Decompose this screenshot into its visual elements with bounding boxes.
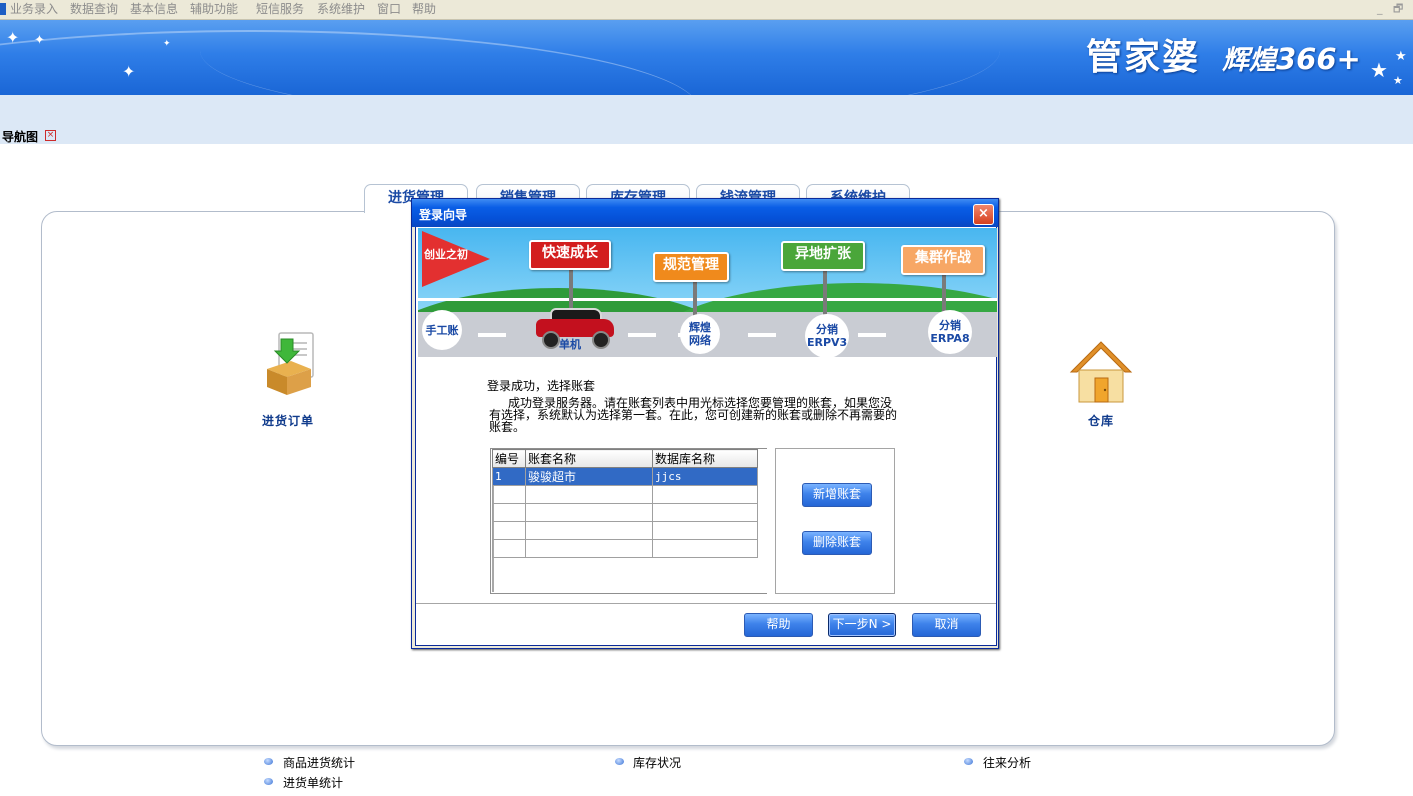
brand-version: 366: [1276, 42, 1337, 76]
table-header-row: 编号 账套名称 数据库名称: [492, 449, 758, 468]
table-row[interactable]: [492, 539, 758, 558]
table-row[interactable]: 1 骏骏超市 jjcs: [492, 467, 758, 486]
menu-item-aux-functions[interactable]: 辅助功能: [190, 2, 238, 16]
dialog-body: 创业之初 快速成长 规范管理 异地扩张 集群作战 手工账 辉煌网络 分销ERPV…: [415, 227, 997, 646]
stage-single-machine: 单机: [559, 338, 581, 351]
dialog-title: 登录向导: [419, 208, 468, 222]
close-icon[interactable]: ×: [45, 130, 56, 141]
link-purchase-order-stats[interactable]: 进货单统计: [283, 774, 343, 791]
bullet-icon: [964, 758, 973, 765]
menu-bar: 业务录入 数据查询 基本信息 辅助功能 短信服务 系统维护 窗口 帮助 _ 🗗: [0, 0, 1413, 20]
cell-database-name: jjcs: [652, 467, 758, 486]
restore-button[interactable]: 🗗: [1393, 3, 1403, 15]
app-icon[interactable]: [0, 3, 6, 15]
cell-account-name: 骏骏超市: [525, 467, 653, 486]
stage-huihuang-network: 辉煌网络: [680, 314, 720, 354]
sign-standard-management: 规范管理: [653, 252, 729, 282]
brand-edition: 辉煌366+: [1222, 38, 1361, 77]
cancel-button[interactable]: 取消: [912, 613, 981, 637]
sign-remote-expansion: 异地扩张: [781, 241, 865, 271]
flag-label: 创业之初: [424, 248, 468, 261]
table-cell: [492, 521, 526, 540]
menu-item-system-maintenance[interactable]: 系统维护: [317, 2, 365, 16]
table-cell: [652, 521, 758, 540]
cell-number: 1: [492, 467, 526, 486]
column-header-number[interactable]: 编号: [492, 449, 526, 468]
sign-rapid-growth: 快速成长: [529, 240, 611, 270]
next-step-button[interactable]: 下一步N >: [828, 613, 896, 637]
sign-pole: [823, 268, 827, 316]
bullet-icon: [264, 758, 273, 765]
star-icon: ✦: [163, 39, 171, 49]
menu-item-business-entry[interactable]: 业务录入: [10, 2, 58, 16]
table-cell: [525, 485, 653, 504]
stage-manual-ledger: 手工账: [422, 310, 462, 350]
login-success-message: 登录成功，选择账套: [487, 379, 596, 393]
stage-erpv3-label: 分销ERPV3: [807, 323, 848, 349]
link-account-analysis[interactable]: 往来分析: [983, 754, 1031, 771]
table-cell: [652, 539, 758, 558]
star-icon: ★: [1395, 49, 1407, 64]
nav-title: 导航图: [2, 130, 39, 144]
header-banner: ✦ ✦ ✦ ✦ ★ ★ ★ 管家婆 辉煌366+: [0, 20, 1413, 95]
instruction-text: 成功登录服务器。请在账套列表中用光标选择您要管理的账套，如果您没有选择，系统默认…: [489, 396, 898, 434]
menu-item-help[interactable]: 帮助: [412, 2, 436, 16]
brand-edition-name: 辉煌: [1222, 45, 1276, 76]
star-icon: ✦: [122, 62, 136, 81]
table-row[interactable]: [492, 521, 758, 540]
account-set-grid: 编号 账套名称 数据库名称 1 骏骏超市 jjcs: [492, 449, 758, 558]
delete-account-set-button[interactable]: 删除账套: [802, 531, 872, 555]
account-set-table: 编号 账套名称 数据库名称 1 骏骏超市 jjcs: [490, 448, 767, 594]
sign-cluster-operations: 集群作战: [901, 245, 985, 275]
table-row[interactable]: [492, 485, 758, 504]
link-product-purchase-stats[interactable]: 商品进货统计: [283, 754, 355, 771]
minimize-button[interactable]: _: [1377, 3, 1383, 15]
nav-header: 导航图 ×: [0, 95, 1413, 144]
menu-item-sms-service[interactable]: 短信服务: [256, 2, 304, 16]
add-account-set-button[interactable]: 新增账套: [802, 483, 872, 507]
purchase-order-label[interactable]: 进货订单: [262, 412, 314, 429]
banner-decoration: [200, 20, 1000, 95]
dialog-separator: [416, 603, 996, 605]
sign-pole: [693, 280, 697, 316]
help-button[interactable]: 帮助: [744, 613, 813, 637]
stage-erpa8-label: 分销ERPA8: [930, 319, 970, 345]
stage-huihuang-network-label: 辉煌网络: [689, 321, 711, 347]
table-cell: [652, 485, 758, 504]
column-header-database-name[interactable]: 数据库名称: [652, 449, 758, 468]
table-row[interactable]: [492, 503, 758, 522]
growth-path-illustration: 创业之初 快速成长 规范管理 异地扩张 集群作战 手工账 辉煌网络 分销ERPV…: [418, 228, 997, 357]
stage-erpa8: 分销ERPA8: [928, 310, 972, 354]
star-icon: ✦: [6, 28, 20, 47]
account-actions-box: 新增账套 删除账套: [775, 448, 895, 594]
bullet-icon: [615, 758, 624, 765]
dialog-titlebar[interactable]: 登录向导 ×: [412, 199, 998, 227]
column-header-account-name[interactable]: 账套名称: [525, 449, 653, 468]
star-icon: ★: [1393, 74, 1403, 87]
purchase-order-icon[interactable]: [265, 331, 317, 397]
menu-item-window[interactable]: 窗口: [377, 2, 401, 16]
login-wizard-dialog: 登录向导 × 创业之初 快速成长 规范管理 异地扩张 集群作战 手工账 辉煌网络…: [411, 198, 999, 649]
brand-plus: +: [1336, 42, 1361, 76]
menu-item-basic-info[interactable]: 基本信息: [130, 2, 178, 16]
stage-erpv3: 分销ERPV3: [805, 314, 849, 357]
brand-logo: 管家婆: [1086, 37, 1201, 78]
table-cell: [525, 539, 653, 558]
table-cell: [492, 503, 526, 522]
table-cell: [492, 539, 526, 558]
table-cell: [525, 521, 653, 540]
table-cell: [492, 485, 526, 504]
star-icon: ✦: [34, 33, 45, 48]
table-cell: [525, 503, 653, 522]
table-cell: [652, 503, 758, 522]
warehouse-label[interactable]: 仓库: [1088, 412, 1114, 429]
menu-item-data-query[interactable]: 数据查询: [70, 2, 118, 16]
link-inventory-status[interactable]: 库存状况: [633, 754, 681, 771]
warehouse-icon[interactable]: [1067, 338, 1135, 406]
star-icon: ★: [1370, 58, 1388, 82]
dialog-close-button[interactable]: ×: [973, 204, 994, 225]
bullet-icon: [264, 778, 273, 785]
